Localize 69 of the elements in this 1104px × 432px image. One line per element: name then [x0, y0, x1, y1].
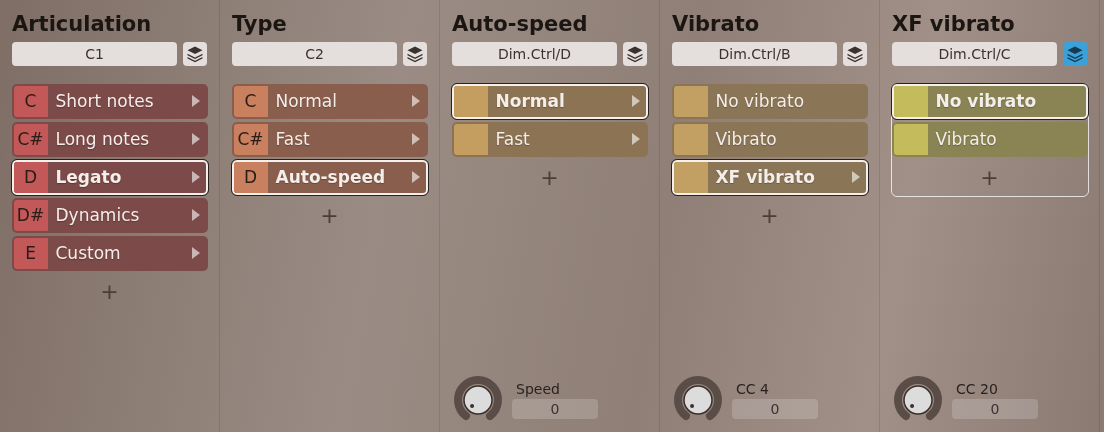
articulation-item[interactable]: C# Fast: [231, 121, 428, 157]
add-button[interactable]: +: [100, 279, 119, 304]
item-label: Vibrato: [714, 128, 778, 151]
articulation-item[interactable]: C Short notes: [11, 83, 208, 119]
item-label: Fast: [274, 128, 311, 151]
knob-value[interactable]: 0: [732, 399, 818, 419]
layers-icon: [1066, 45, 1084, 63]
column-title: Type: [232, 11, 288, 38]
articulation-item[interactable]: Vibrato: [891, 121, 1088, 157]
layers-button[interactable]: [403, 42, 427, 66]
articulation-item[interactable]: Vibrato: [671, 121, 868, 157]
add-button[interactable]: +: [980, 165, 999, 190]
item-label: Normal: [274, 90, 338, 113]
mapping-field[interactable]: C1: [12, 42, 177, 66]
item-label: XF vibrato: [714, 166, 816, 189]
key-stripe: D: [233, 161, 268, 193]
knob-label: CC 4: [735, 381, 770, 397]
layers-icon: [626, 45, 644, 63]
articulation-item[interactable]: D Auto-speed: [231, 159, 428, 195]
column-title: XF vibrato: [892, 11, 1016, 38]
key-stripe: C: [13, 85, 48, 117]
articulation-item[interactable]: C# Long notes: [11, 121, 208, 157]
knob-value[interactable]: 0: [952, 399, 1038, 419]
item-label: Vibrato: [934, 128, 998, 151]
add-button[interactable]: +: [320, 203, 339, 228]
layers-button[interactable]: [1063, 42, 1087, 66]
mapping-field[interactable]: Dim.Ctrl/B: [672, 42, 837, 66]
articulation-item[interactable]: No vibrato: [671, 83, 868, 119]
articulation-item[interactable]: XF vibrato: [671, 159, 868, 195]
key-stripe: C#: [13, 123, 48, 155]
item-label: Auto-speed: [274, 166, 387, 189]
item-label: No vibrato: [934, 90, 1038, 113]
layers-icon: [846, 45, 864, 63]
articulation-item[interactable]: E Custom: [11, 235, 208, 271]
key-stripe: D#: [13, 199, 48, 231]
layers-button[interactable]: [183, 42, 207, 66]
item-label: Dynamics: [54, 204, 141, 227]
column-title: Auto-speed: [452, 11, 589, 38]
column-title: Vibrato: [672, 11, 761, 38]
key-stripe: D: [13, 161, 48, 193]
add-button[interactable]: +: [760, 203, 779, 228]
key-stripe: C: [233, 85, 268, 117]
layers-button[interactable]: [843, 42, 867, 66]
knob-label: CC 20: [955, 381, 999, 397]
knob-label: Speed: [515, 381, 561, 397]
column-title: Articulation: [12, 11, 153, 38]
mapping-field[interactable]: C2: [232, 42, 397, 66]
layers-icon: [186, 45, 204, 63]
item-label: No vibrato: [714, 90, 806, 113]
mapping-field[interactable]: Dim.Ctrl/D: [452, 42, 617, 66]
item-label: Normal: [494, 90, 566, 113]
articulation-item[interactable]: No vibrato: [891, 83, 1088, 119]
item-label: Fast: [494, 128, 531, 151]
add-button[interactable]: +: [540, 165, 559, 190]
key-stripe: E: [13, 237, 48, 269]
item-label: Custom: [54, 242, 122, 265]
articulation-item[interactable]: Normal: [451, 83, 648, 119]
layers-button[interactable]: [623, 42, 647, 66]
key-stripe: C#: [233, 123, 268, 155]
knob-value[interactable]: 0: [512, 399, 598, 419]
layers-icon: [406, 45, 424, 63]
item-label: Short notes: [54, 90, 155, 113]
item-label: Long notes: [54, 128, 151, 151]
articulation-item[interactable]: C Normal: [231, 83, 428, 119]
articulation-item[interactable]: D Legato: [11, 159, 208, 195]
articulation-item[interactable]: D# Dynamics: [11, 197, 208, 233]
articulation-item[interactable]: Fast: [451, 121, 648, 157]
mapping-field[interactable]: Dim.Ctrl/C: [892, 42, 1057, 66]
item-label: Legato: [54, 166, 123, 189]
